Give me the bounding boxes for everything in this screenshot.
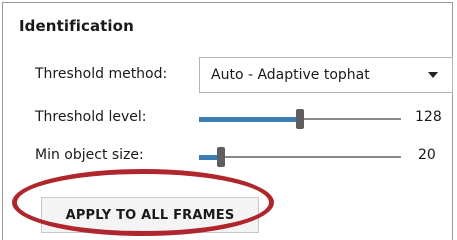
slider-fill [199,117,300,122]
slider-track [199,156,401,158]
identification-panel: Identification Threshold method: Auto - … [2,2,453,240]
slider-thumb[interactable] [296,109,304,129]
min-object-size-slider[interactable] [199,147,401,167]
threshold-method-value: Auto - Adaptive tophat [211,67,370,83]
chevron-down-icon [428,72,438,78]
apply-to-all-frames-button[interactable]: APPLY TO ALL FRAMES [41,197,259,233]
threshold-level-slider[interactable] [199,109,401,129]
threshold-level-value: 128 [415,109,442,125]
min-object-size-label: Min object size: [35,147,144,163]
min-object-size-value: 20 [418,147,436,163]
threshold-method-dropdown[interactable]: Auto - Adaptive tophat [199,57,453,93]
threshold-method-label: Threshold method: [35,66,168,82]
section-title: Identification [19,17,134,35]
slider-thumb[interactable] [217,147,225,167]
threshold-level-label: Threshold level: [35,109,147,125]
